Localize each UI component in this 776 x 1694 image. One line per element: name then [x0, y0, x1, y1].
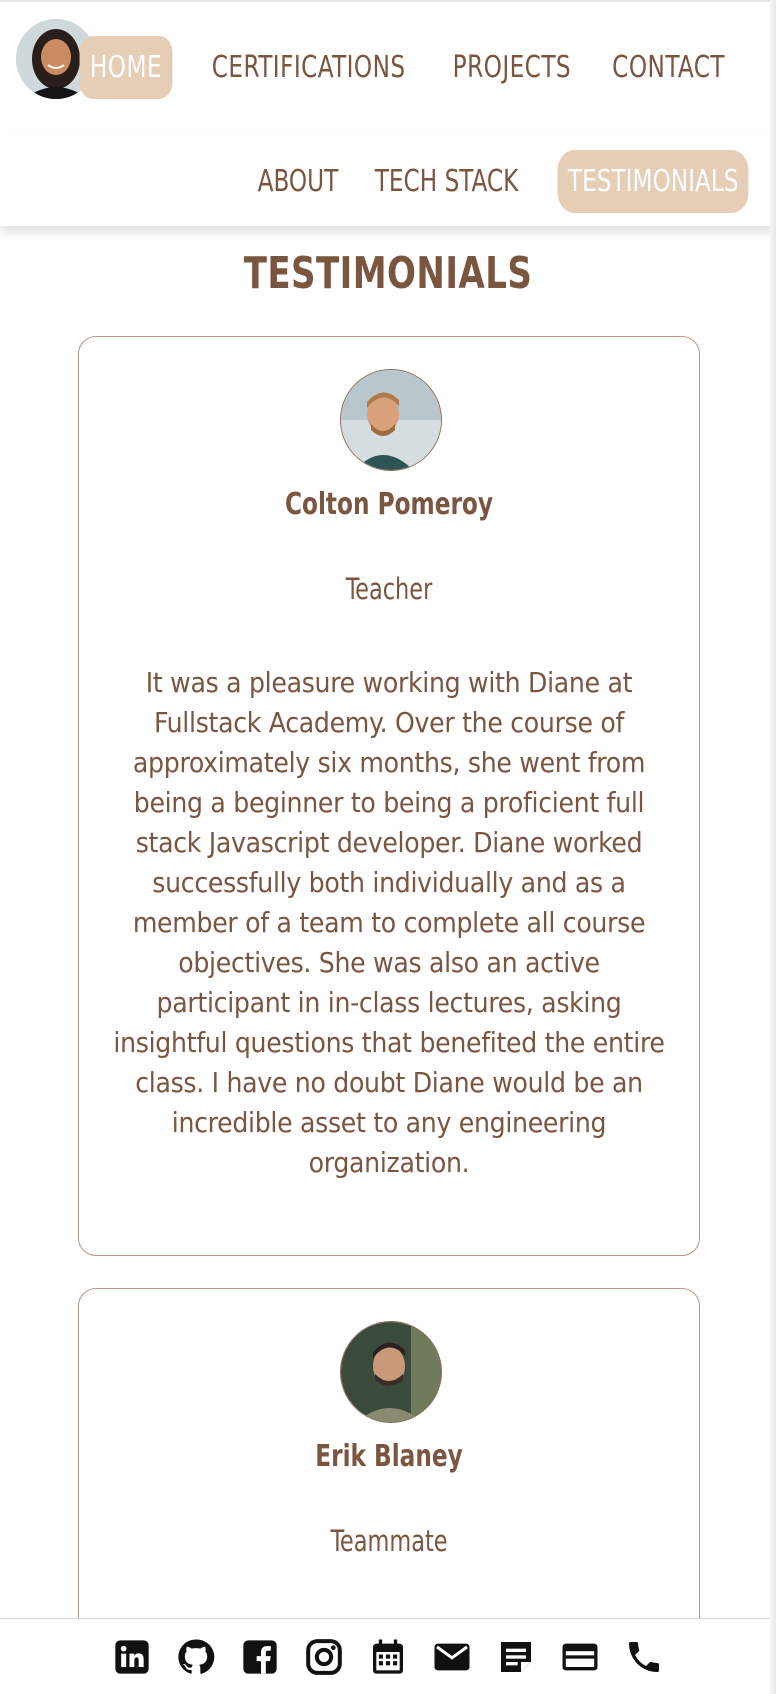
- testimonial-avatar: [340, 369, 442, 471]
- testimonial-card: Colton Pomeroy Teacher It was a pleasure…: [78, 336, 700, 1256]
- nav-contact[interactable]: CONTACT: [607, 36, 730, 99]
- notes-icon[interactable]: [496, 1637, 536, 1677]
- calendar-icon[interactable]: [368, 1637, 408, 1677]
- linkedin-icon[interactable]: [112, 1637, 152, 1677]
- testimonial-name: Colton Pomeroy: [284, 487, 494, 522]
- instagram-icon[interactable]: [304, 1637, 344, 1677]
- testimonial-name: Erik Blaney: [315, 1439, 463, 1474]
- section-title: TESTIMONIALS: [243, 248, 533, 299]
- sub-navbar: ABOUT TECH STACK TESTIMONIALS: [0, 134, 770, 226]
- nav-certifications[interactable]: CERTIFICATIONS: [206, 36, 410, 99]
- main-nav: HOME CERTIFICATIONS PROJECTS CONTACT: [72, 36, 740, 99]
- email-icon[interactable]: [432, 1637, 472, 1677]
- nav-projects[interactable]: PROJECTS: [448, 36, 577, 99]
- scrollbar[interactable]: [770, 0, 776, 1694]
- testimonial-role: Teammate: [330, 1524, 448, 1558]
- subnav-testimonials[interactable]: TESTIMONIALS: [557, 150, 749, 213]
- nav-home[interactable]: HOME: [79, 36, 173, 99]
- page: HOME CERTIFICATIONS PROJECTS CONTACT ABO…: [0, 0, 770, 1694]
- credit-card-icon[interactable]: [560, 1637, 600, 1677]
- github-icon[interactable]: [176, 1637, 216, 1677]
- facebook-icon[interactable]: [240, 1637, 280, 1677]
- subnav-tech-stack[interactable]: TECH STACK: [369, 150, 523, 213]
- sub-nav: ABOUT TECH STACK TESTIMONIALS: [245, 150, 764, 213]
- testimonial-text: It was a pleasure working with Diane at …: [113, 666, 665, 1179]
- footer-social-bar: [0, 1618, 770, 1694]
- top-navbar: HOME CERTIFICATIONS PROJECTS CONTACT: [0, 0, 770, 134]
- testimonial-avatar: [340, 1321, 442, 1423]
- subnav-about[interactable]: ABOUT: [252, 150, 343, 213]
- phone-icon[interactable]: [624, 1637, 664, 1677]
- testimonial-role: Teacher: [345, 572, 433, 606]
